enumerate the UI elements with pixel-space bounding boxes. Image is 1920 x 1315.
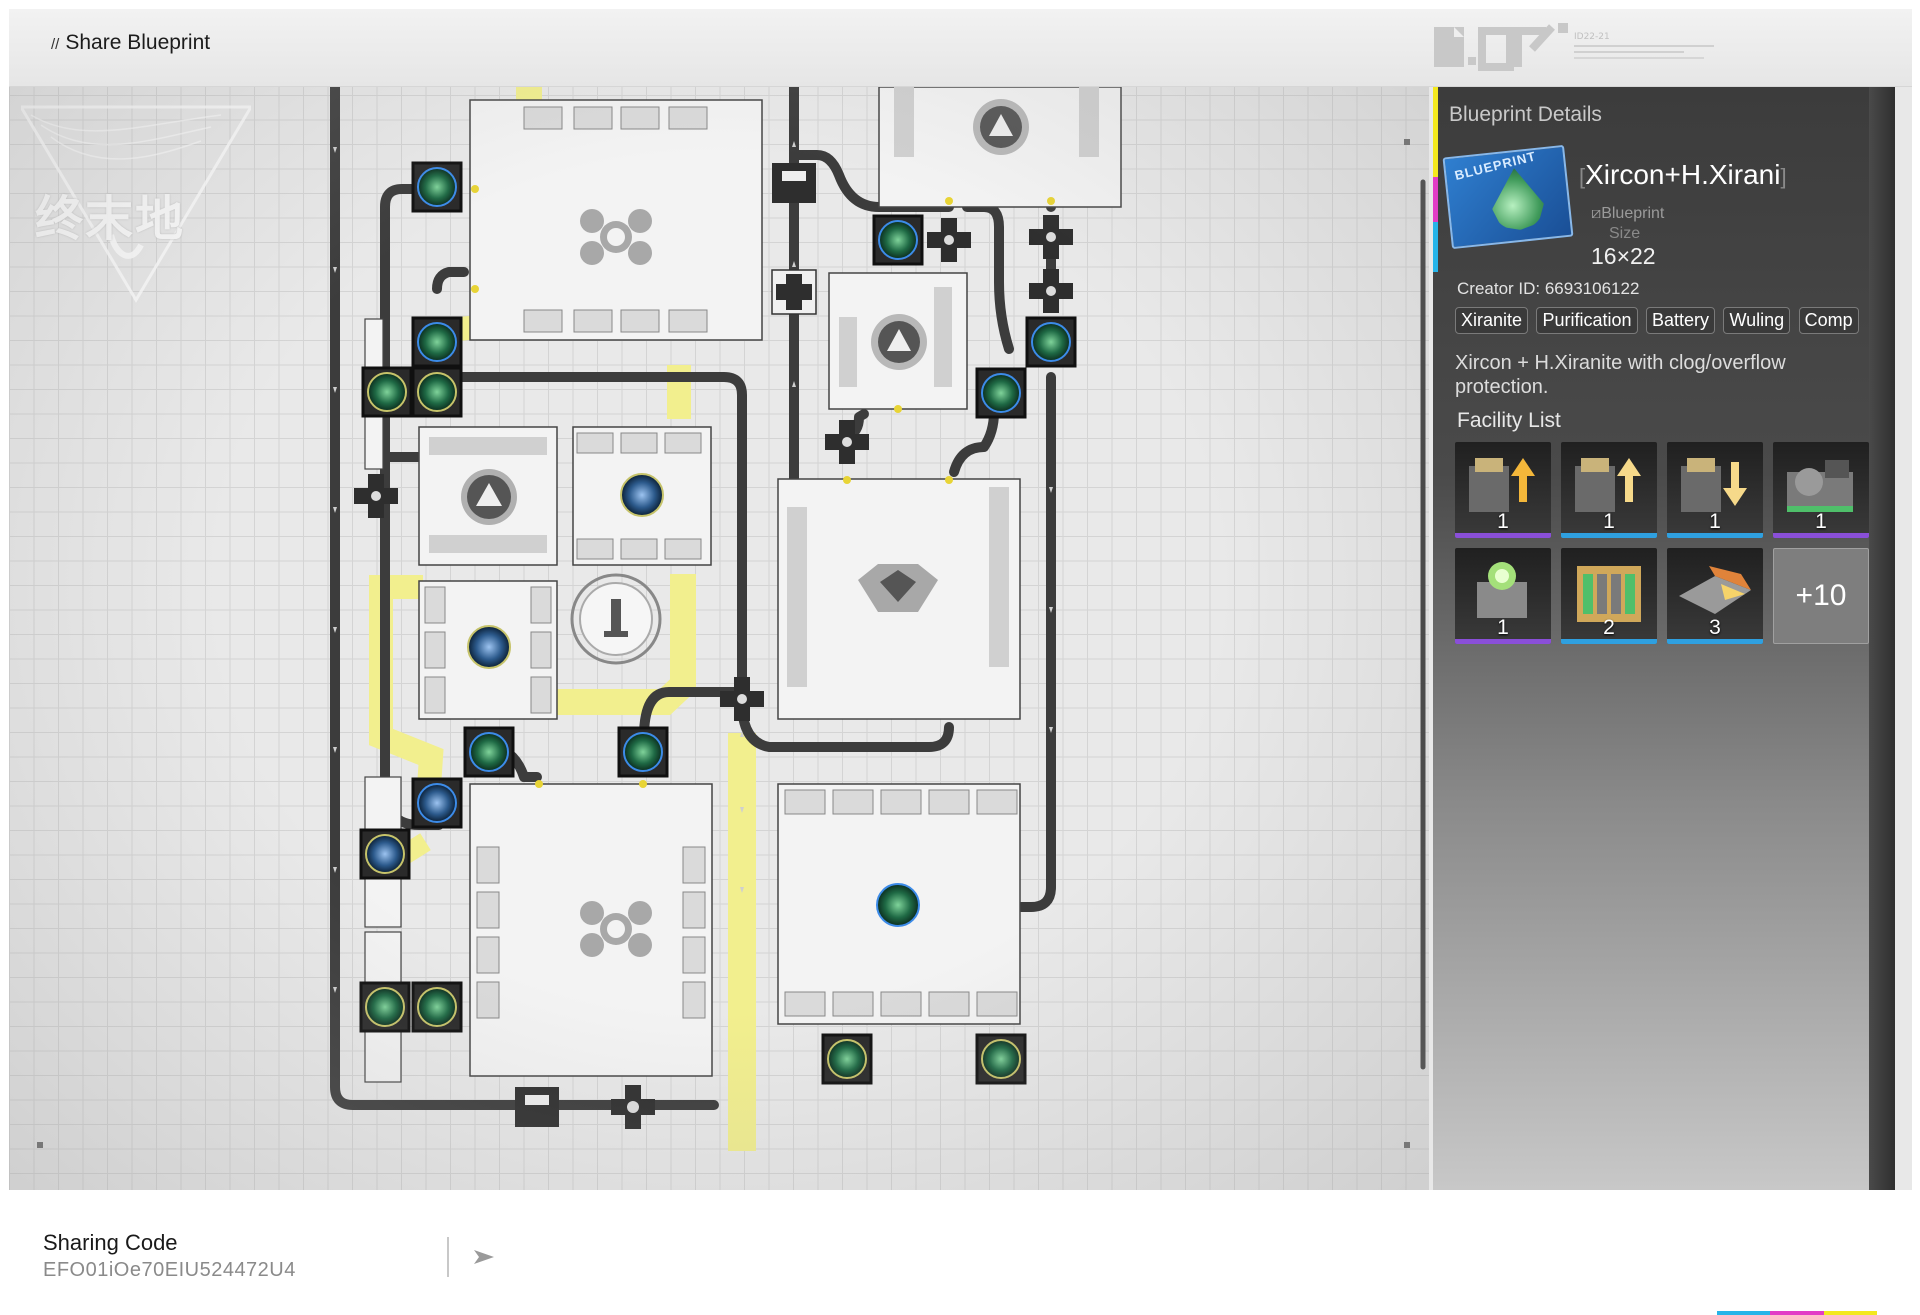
facility-count: 3 xyxy=(1709,616,1721,639)
sharing-code-value[interactable]: EFO01iOe70EIU524472U4 xyxy=(43,1259,296,1282)
blueprint-details-panel: Blueprint Details BLUEPRINT [Xircon+H.Xi… xyxy=(1433,87,1895,1190)
sharing-code-label: Sharing Code xyxy=(43,1230,178,1255)
blueprint-canvas[interactable]: 终末地 xyxy=(9,87,1429,1190)
tag: Xiranite xyxy=(1455,307,1529,334)
window-title-text: Share Blueprint xyxy=(65,31,211,54)
creator-id: Creator ID: 6693106122 xyxy=(1457,279,1640,298)
blueprint-description: Xircon + H.Xiranite with clog/overflow p… xyxy=(1455,352,1786,398)
main-frame: // Share Blueprint ID22-21 终末地 Blueprint … xyxy=(9,9,1912,1190)
facility-item-unloader-up[interactable]: 1 xyxy=(1455,442,1551,538)
tag: Battery xyxy=(1645,307,1716,334)
facility-item-refiner[interactable]: 1 xyxy=(1455,548,1551,644)
xiranite-drop-icon xyxy=(1488,165,1546,232)
send-icon[interactable] xyxy=(472,1248,496,1266)
facility-item-battery-rack[interactable]: 2 xyxy=(1561,548,1657,644)
blueprint-kind-text: Blueprint xyxy=(1601,205,1665,222)
edit-icon: ⧄ xyxy=(1591,205,1602,222)
facility-item-loader-up[interactable]: 1 xyxy=(1561,442,1657,538)
accent-bar xyxy=(1717,1311,1877,1315)
facility-item-extractor[interactable]: 3 xyxy=(1667,548,1763,644)
sharing-code-bar: Sharing Code EFO01iOe70EIU524472U4 xyxy=(0,1190,1920,1315)
svg-text:ID22-21: ID22-21 xyxy=(1574,32,1610,42)
thumbnail-label: BLUEPRINT xyxy=(1453,148,1538,184)
window-title: // Share Blueprint xyxy=(51,31,210,55)
facility-count: 1 xyxy=(1603,510,1615,533)
facility-item-loader-down[interactable]: 1 xyxy=(1667,442,1763,538)
corner-marker xyxy=(1404,1142,1410,1148)
facility-item-crusher[interactable]: 1 xyxy=(1773,442,1869,538)
more-facilities-button[interactable]: +10 xyxy=(1773,548,1869,644)
facility-count: 1 xyxy=(1815,510,1827,533)
facility-count: 1 xyxy=(1497,510,1509,533)
facility-count: 1 xyxy=(1497,616,1509,639)
facility-list-title: Facility List xyxy=(1457,409,1561,432)
brand-mark-icon: ID22-21 xyxy=(1434,23,1714,71)
blueprint-name-text: Xircon+H.Xirani xyxy=(1585,159,1781,190)
size-label: Size xyxy=(1609,225,1641,242)
tag: Comp xyxy=(1798,307,1859,334)
divider xyxy=(447,1237,449,1277)
share-blueprint-screen: // Share Blueprint ID22-21 终末地 Blueprint … xyxy=(0,0,1920,1315)
details-header: Blueprint Details xyxy=(1449,103,1602,126)
facility-count: 1 xyxy=(1709,510,1721,533)
more-facilities-label: +10 xyxy=(1795,579,1847,612)
title-prefix: // xyxy=(51,36,60,53)
top-bar: // Share Blueprint ID22-21 xyxy=(9,9,1912,87)
blueprint-thumbnail: BLUEPRINT xyxy=(1442,144,1574,250)
blueprint-name: [Xircon+H.Xirani] xyxy=(1579,159,1787,190)
blueprint-kind: ⧄Blueprint xyxy=(1591,205,1664,223)
tag: Purification xyxy=(1536,307,1638,334)
corner-marker xyxy=(1404,139,1410,145)
tag-list: Xiranite Purification Battery Wuling Com… xyxy=(1455,307,1875,337)
accent-strip xyxy=(1433,87,1438,272)
tag: Wuling xyxy=(1723,307,1791,334)
size-value: 16×22 xyxy=(1591,243,1656,269)
facility-count: 2 xyxy=(1603,616,1615,639)
panel-edge xyxy=(1869,87,1895,1190)
blueprint-layout xyxy=(330,87,1426,1151)
corner-marker xyxy=(37,1142,43,1148)
